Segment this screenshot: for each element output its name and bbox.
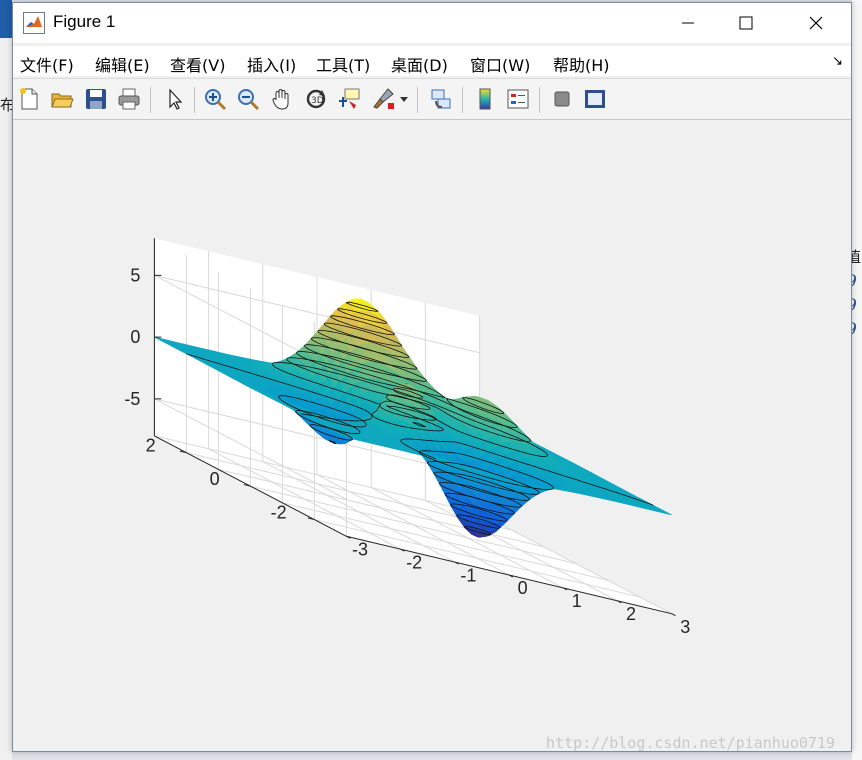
matlab-logo-icon [23,12,45,34]
menu-view[interactable]: 查看(V) [170,52,225,76]
pan-hand-icon[interactable] [268,85,296,113]
show-plot-tools-icon[interactable] [581,85,609,113]
background-workspace-strip [852,0,862,760]
figure-canvas[interactable]: -3 -2 -1 0 1 2 3 -2 0 2 -5 0 5 http://blog.csdn.net/… [13,121,851,752]
menu-window[interactable]: 窗口(W) [470,52,530,76]
figure-toolbar: 3D [13,78,851,120]
svg-text:3D: 3D [311,96,324,106]
rotate-3d-icon[interactable]: 3D [302,85,330,113]
x-tick-label: -1 [460,565,476,585]
minimize-icon [682,22,694,24]
figure-window: Figure 1 文件(F) 编辑(E) 查看(V) 插入(I) 工具(T) 桌… [12,2,852,752]
hide-plot-tools-icon[interactable] [548,85,576,113]
toolbar-separator [417,87,418,113]
y-tick-label: 0 [210,469,220,489]
toolbar-separator [462,87,463,113]
z-tick-label: 5 [130,265,140,285]
y-tick-label: 2 [146,436,156,456]
title-bar[interactable]: Figure 1 [13,3,851,43]
dock-arrow-icon[interactable]: ↘ [832,54,843,69]
surface-plot[interactable]: -3 -2 -1 0 1 2 3 -2 0 2 -5 0 5 http://blog.csdn.net/… [13,121,851,752]
open-file-icon[interactable] [48,85,76,113]
menu-file[interactable]: 文件(F) [20,52,74,76]
zoom-out-icon[interactable] [234,85,262,113]
window-title: Figure 1 [53,12,116,31]
z-tick-label: 0 [130,327,140,347]
x-tick-mark [671,613,676,617]
menu-tools[interactable]: 工具(T) [316,52,370,76]
watermark-text: http://blog.csdn.net/pianhuo0719 [546,734,835,751]
toolbar-separator [194,87,195,113]
x-tick-label: 1 [572,591,582,611]
toolbar-separator [539,87,540,113]
insert-legend-icon[interactable] [504,85,532,113]
menu-edit[interactable]: 编辑(E) [95,52,150,76]
x-tick-label: -2 [406,552,422,572]
insert-colorbar-icon[interactable] [471,85,499,113]
background-app-titlebar [0,0,12,38]
close-icon [809,16,823,30]
x-tick-label: -3 [352,540,368,560]
maximize-icon [739,16,753,30]
x-tick-label: 0 [518,578,528,598]
menu-help[interactable]: 帮助(H) [553,52,610,76]
edit-plot-arrow-icon[interactable] [161,85,189,113]
data-cursor-icon[interactable] [335,85,363,113]
x-tick-label: 2 [626,604,636,624]
toolbar-separator [150,87,151,113]
new-figure-icon[interactable] [15,85,43,113]
brush-dropdown-icon[interactable] [397,85,411,113]
menu-bar: 文件(F) 编辑(E) 查看(V) 插入(I) 工具(T) 桌面(D) 窗口(W… [13,46,851,76]
save-icon[interactable] [82,85,110,113]
maximize-button[interactable] [723,3,769,43]
z-tick-label: -5 [124,389,140,409]
close-button[interactable] [793,3,839,43]
brush-icon[interactable] [370,85,398,113]
print-icon[interactable] [115,85,143,113]
zoom-in-icon[interactable] [201,85,229,113]
minimize-button[interactable] [665,3,711,43]
y-tick-label: -2 [271,503,287,523]
link-plot-icon[interactable] [427,85,455,113]
menu-insert[interactable]: 插入(I) [247,52,296,76]
x-tick-label: 3 [680,617,690,637]
menu-desktop[interactable]: 桌面(D) [391,52,448,76]
